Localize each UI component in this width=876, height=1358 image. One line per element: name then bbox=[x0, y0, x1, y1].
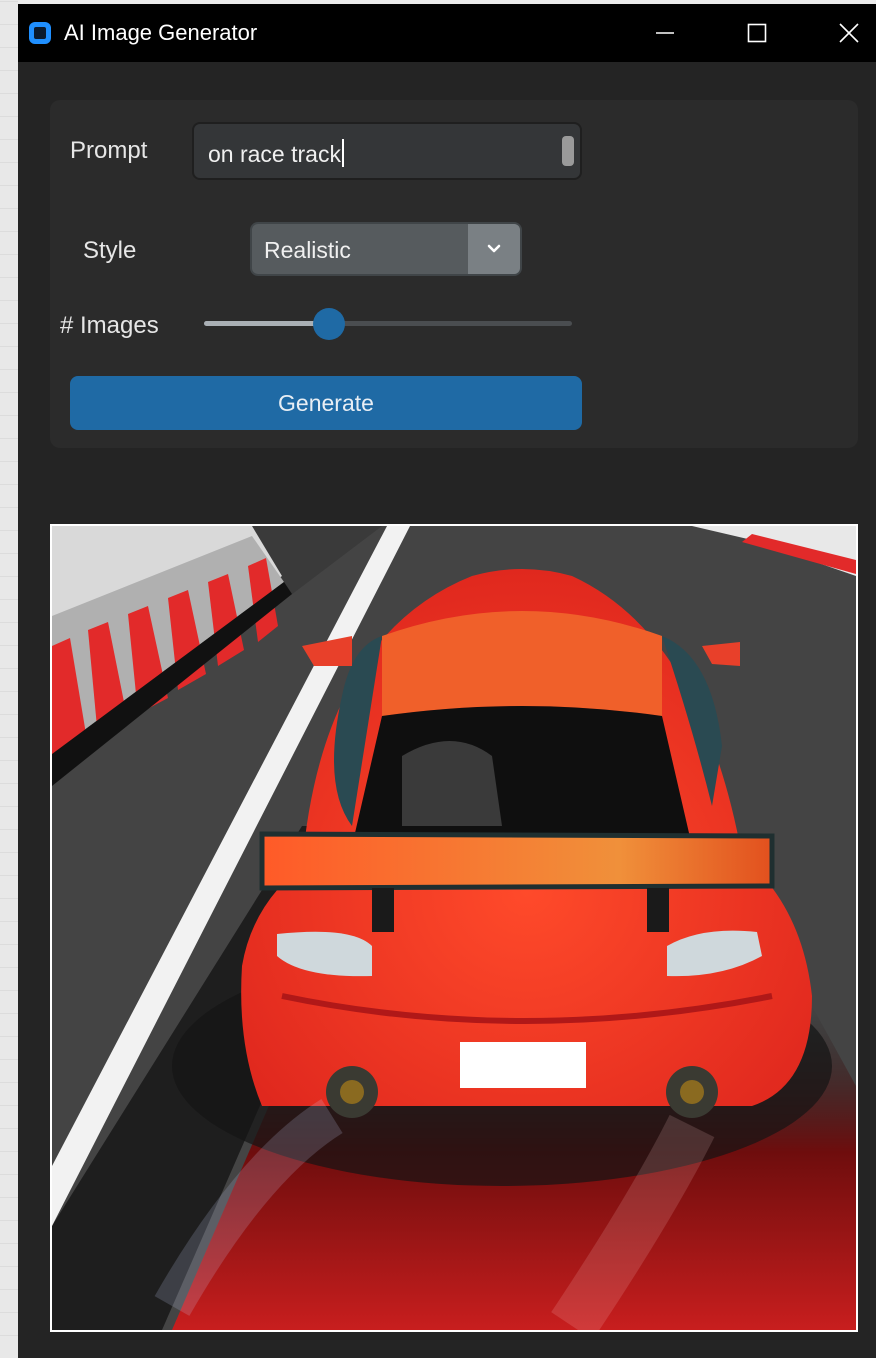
text-caret bbox=[341, 139, 344, 167]
minimize-icon bbox=[656, 32, 674, 34]
prompt-input-text: on race track bbox=[208, 139, 344, 168]
maximize-icon bbox=[747, 23, 767, 43]
race-car-image bbox=[52, 526, 856, 1330]
style-selected-value: Realistic bbox=[264, 237, 351, 263]
style-dropdown-button[interactable] bbox=[468, 224, 520, 274]
chevron-down-icon bbox=[487, 244, 501, 253]
settings-panel: Prompt on race track Style Realistic # I… bbox=[50, 100, 858, 448]
title-bar: AI Image Generator bbox=[18, 4, 876, 62]
images-label: # Images bbox=[60, 312, 159, 339]
generated-image bbox=[50, 524, 858, 1332]
close-button[interactable] bbox=[804, 4, 876, 62]
slider-track-fill bbox=[204, 321, 329, 326]
style-dropdown[interactable]: Realistic bbox=[250, 222, 522, 276]
maximize-button[interactable] bbox=[712, 4, 802, 62]
images-slider[interactable] bbox=[204, 308, 572, 340]
generate-button[interactable]: Generate bbox=[70, 376, 582, 430]
prompt-label: Prompt bbox=[70, 137, 148, 164]
minimize-button[interactable] bbox=[620, 4, 710, 62]
style-label: Style bbox=[83, 237, 137, 264]
app-icon bbox=[29, 22, 51, 44]
app-window: AI Image Generator Prompt on race track … bbox=[18, 4, 876, 1358]
prompt-input[interactable]: on race track bbox=[192, 122, 582, 180]
slider-thumb[interactable] bbox=[313, 308, 345, 340]
window-title: AI Image Generator bbox=[64, 20, 258, 45]
desktop-background bbox=[0, 0, 18, 1358]
close-icon bbox=[839, 23, 859, 43]
prompt-scrollbar[interactable] bbox=[562, 136, 574, 166]
